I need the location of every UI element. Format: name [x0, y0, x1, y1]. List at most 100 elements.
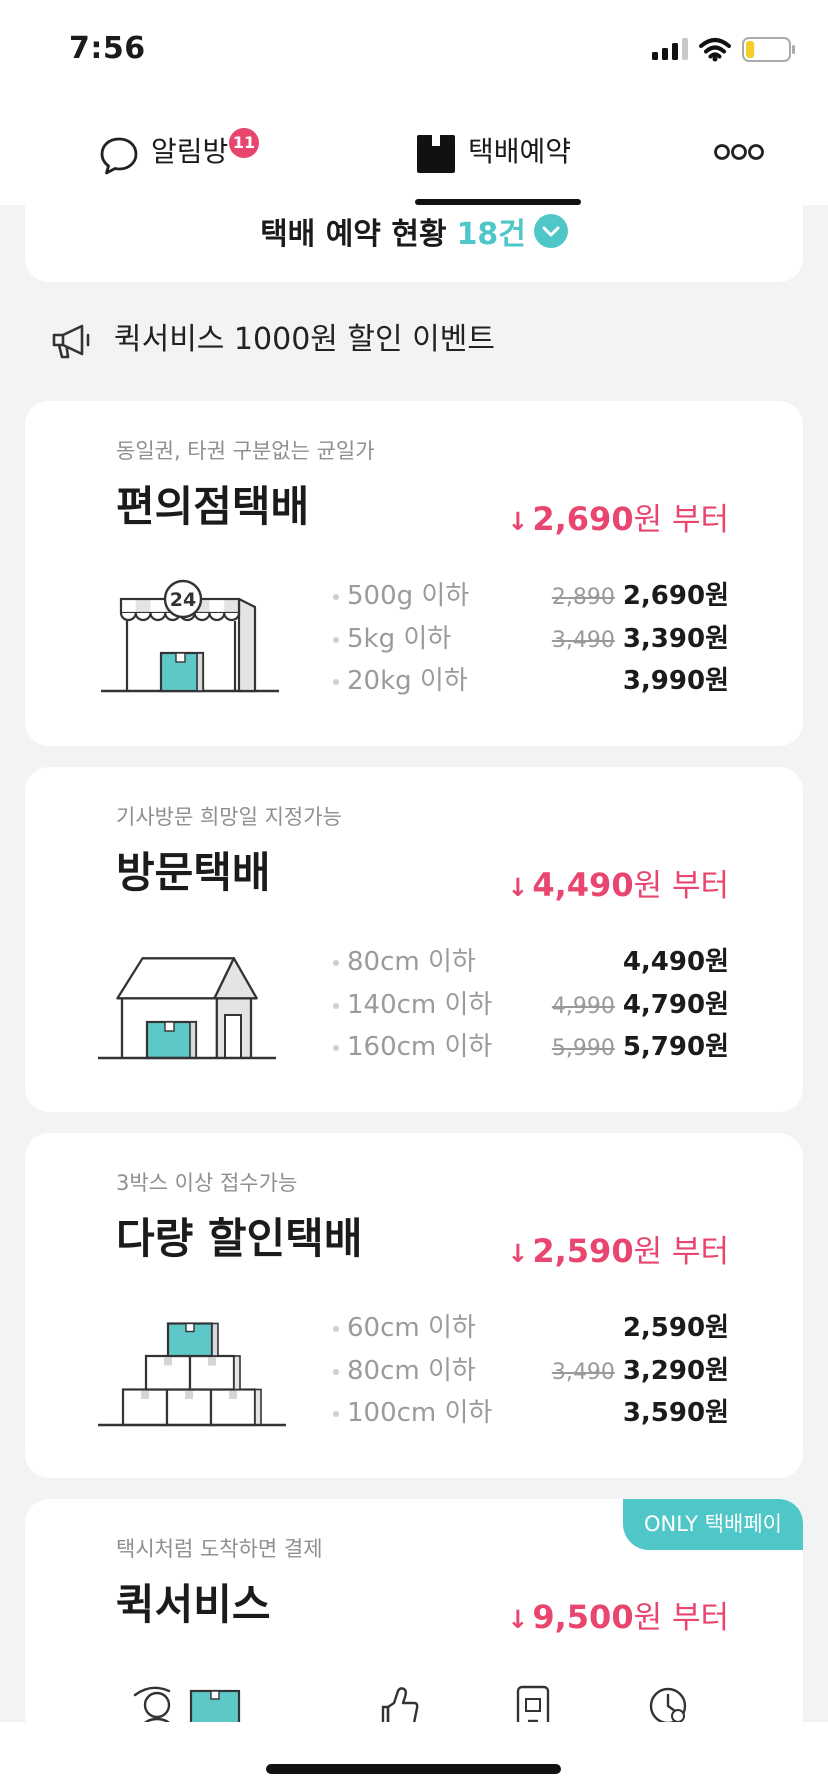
- starting-price: ↓ 9,500 원 부터: [507, 1597, 729, 1637]
- card-subtitle: 택시처럼 도착하면 결제: [116, 1537, 323, 1561]
- row-prices: 3,490 3,290원: [552, 1353, 729, 1389]
- bottom-box-row: [121, 1388, 262, 1427]
- bullet-dot: [333, 679, 339, 685]
- original-price: 3,490: [551, 628, 615, 653]
- original-price: 2,890: [551, 585, 615, 610]
- more-menu-button[interactable]: [700, 100, 780, 205]
- row-price: 4,790원: [622, 990, 729, 1020]
- door: [224, 1014, 242, 1059]
- row-prices: 3,490 3,390원: [552, 621, 729, 657]
- card-title: 퀵서비스: [116, 1580, 271, 1629]
- status-bar: 7:56: [0, 0, 828, 100]
- wifi-icon: [699, 38, 731, 62]
- size-label: 80cm 이하: [347, 947, 476, 977]
- original-price: 4,990: [551, 994, 615, 1019]
- package-box: [159, 651, 205, 693]
- bullet-dot: [333, 1045, 339, 1051]
- tab-notifications[interactable]: 알림방 11: [90, 100, 270, 205]
- row-prices: 3,990원: [623, 663, 729, 699]
- row-prices: 4,990 4,790원: [552, 987, 729, 1023]
- notification-badge: 11: [229, 128, 259, 158]
- row-price: 5,790원: [622, 1032, 729, 1062]
- price-row: 140cm 이하 4,990 4,790원: [333, 987, 729, 1023]
- size-label: 60cm 이하: [347, 1313, 476, 1343]
- price-row: 100cm 이하 3,590원: [333, 1395, 729, 1431]
- store-sign: 24: [163, 579, 203, 619]
- megaphone-icon: [52, 324, 90, 359]
- service-card-bulk-discount[interactable]: 3박스 이상 접수가능 다량 할인택배 ↓ 2,590 원 부터 60cm 이하…: [25, 1133, 803, 1478]
- announcement-banner[interactable]: 퀵서비스 1000원 할인 이벤트: [0, 300, 828, 380]
- convenience-store-illustration: 24: [101, 579, 279, 693]
- bullet-dot: [333, 637, 339, 643]
- home-indicator[interactable]: [266, 1764, 561, 1774]
- row-prices: 4,490원: [623, 944, 729, 980]
- row-price: 3,990원: [622, 666, 729, 696]
- store-sign-text: 24: [170, 589, 196, 611]
- card-title: 다량 할인택배: [116, 1214, 363, 1263]
- signal-bar: [672, 43, 678, 60]
- card-subtitle: 동일권, 타권 구분없는 균일가: [116, 439, 375, 463]
- only-pay-badge: ONLY 택배페이: [623, 1499, 803, 1550]
- row-price: 2,690원: [622, 581, 729, 611]
- card-title: 방문택배: [116, 848, 271, 897]
- reservation-status-line: 택배 예약 현황 18건: [25, 211, 803, 252]
- active-tab-indicator: [415, 199, 581, 205]
- bullet-dot: [333, 1326, 339, 1332]
- original-price: 5,990: [551, 1036, 615, 1061]
- price-row: 20kg 이하 3,990원: [333, 663, 729, 699]
- starting-price: ↓ 4,490 원 부터: [507, 865, 729, 905]
- bullet-dot: [333, 594, 339, 600]
- row-price: 3,290원: [622, 1356, 729, 1386]
- row-price: 3,590원: [622, 1398, 729, 1428]
- price-row: 80cm 이하 4,490원: [333, 944, 729, 980]
- tab-reservation-label: 택배예약: [468, 135, 572, 168]
- price-suffix: 원 부터: [633, 868, 729, 904]
- middle-box-row: [144, 1354, 241, 1391]
- chat-bubble-icon: [100, 137, 138, 175]
- status-time: 7:56: [69, 31, 146, 66]
- bullet-dot: [333, 1003, 339, 1009]
- price-down-arrow-icon: ↓: [507, 873, 529, 902]
- signal-bar: [662, 48, 668, 60]
- service-card-home-pickup[interactable]: 기사방문 희망일 지정가능 방문택배 ↓ 4,490 원 부터 80cm 이하: [25, 767, 803, 1112]
- size-label: 140cm 이하: [347, 990, 493, 1020]
- price-amount: 9,500: [532, 1598, 634, 1636]
- starting-price: ↓ 2,590 원 부터: [507, 1231, 729, 1271]
- home-indicator-area: [0, 1722, 828, 1792]
- row-price: 2,590원: [622, 1313, 729, 1343]
- price-suffix: 원 부터: [633, 1600, 729, 1636]
- app-screen: 7:56 알림방 11 택배예약 택배 예약 현황 18건 퀵서비스 1000원…: [0, 0, 828, 1792]
- card-title: 편의점택배: [116, 482, 310, 531]
- battery-icon: [742, 37, 795, 62]
- announcement-text: 퀵서비스 1000원 할인 이벤트: [114, 322, 495, 357]
- price-amount: 4,490: [532, 866, 634, 904]
- clock-icon: [649, 1687, 687, 1725]
- package-box: [145, 1020, 198, 1060]
- size-label: 100cm 이하: [347, 1398, 493, 1428]
- original-price: 3,490: [551, 1360, 615, 1385]
- service-card-quick-service[interactable]: ONLY 택배페이 택시처럼 도착하면 결제 퀵서비스 ↓ 9,500 원 부터: [25, 1499, 803, 1739]
- signal-bar: [682, 38, 688, 60]
- reservation-status-label: 택배 예약 현황: [260, 217, 447, 252]
- size-label: 160cm 이하: [347, 1032, 493, 1062]
- size-label: 500g 이하: [347, 581, 470, 611]
- price-row: 60cm 이하 2,590원: [333, 1310, 729, 1346]
- size-label: 80cm 이하: [347, 1356, 476, 1386]
- stacked-boxes-illustration: [98, 1322, 286, 1427]
- price-row: 80cm 이하 3,490 3,290원: [333, 1353, 729, 1389]
- starting-price: ↓ 2,690 원 부터: [507, 499, 729, 539]
- row-prices: 5,990 5,790원: [552, 1029, 729, 1065]
- card-subtitle: 기사방문 희망일 지정가능: [116, 805, 342, 829]
- row-prices: 3,590원: [623, 1395, 729, 1431]
- bullet-dot: [333, 960, 339, 966]
- chevron-down-icon[interactable]: [533, 214, 568, 248]
- top-tab-bar: 알림방 11 택배예약: [0, 100, 828, 205]
- tab-reservation[interactable]: 택배예약: [410, 100, 590, 205]
- price-amount: 2,690: [532, 500, 634, 538]
- bullet-dot: [333, 1411, 339, 1417]
- size-label: 20kg 이하: [347, 666, 468, 696]
- price-row: 160cm 이하 5,990 5,790원: [333, 1029, 729, 1065]
- price-down-arrow-icon: ↓: [507, 1605, 529, 1634]
- row-prices: 2,590원: [623, 1310, 729, 1346]
- service-card-convenience-store[interactable]: 동일권, 타권 구분없는 균일가 편의점택배 ↓ 2,690 원 부터 24 5…: [25, 401, 803, 746]
